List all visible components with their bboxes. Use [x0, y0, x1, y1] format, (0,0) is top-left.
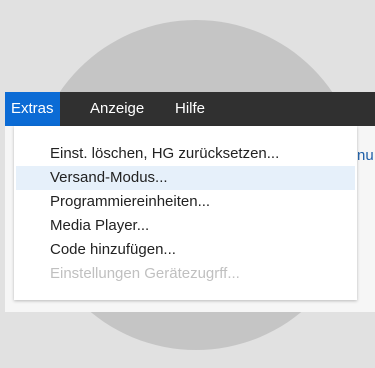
- extras-dropdown-menu: Einst. löschen, HG zurücksetzen... Versa…: [14, 126, 357, 300]
- menu-item-einst-loeschen[interactable]: Einst. löschen, HG zurücksetzen...: [16, 142, 355, 166]
- menu-item-media-player[interactable]: Media Player...: [16, 214, 355, 238]
- menu-anzeige[interactable]: Anzeige: [90, 92, 144, 126]
- menu-extras[interactable]: Extras: [5, 92, 60, 126]
- menu-hilfe[interactable]: Hilfe: [175, 92, 205, 126]
- menu-item-einstellungen-geraetezugriff: Einstellungen Gerätezugrff...: [50, 265, 240, 282]
- menu-item-code-hinzufuegen[interactable]: Code hinzufügen...: [16, 238, 355, 262]
- menu-item-programmiereinheiten[interactable]: Programmiereinheiten...: [16, 190, 355, 214]
- menu-bar: Extras Anzeige Hilfe: [5, 92, 375, 126]
- document-partial-text: nu: [357, 147, 374, 164]
- menu-item-versand-modus[interactable]: Versand-Modus...: [16, 166, 355, 190]
